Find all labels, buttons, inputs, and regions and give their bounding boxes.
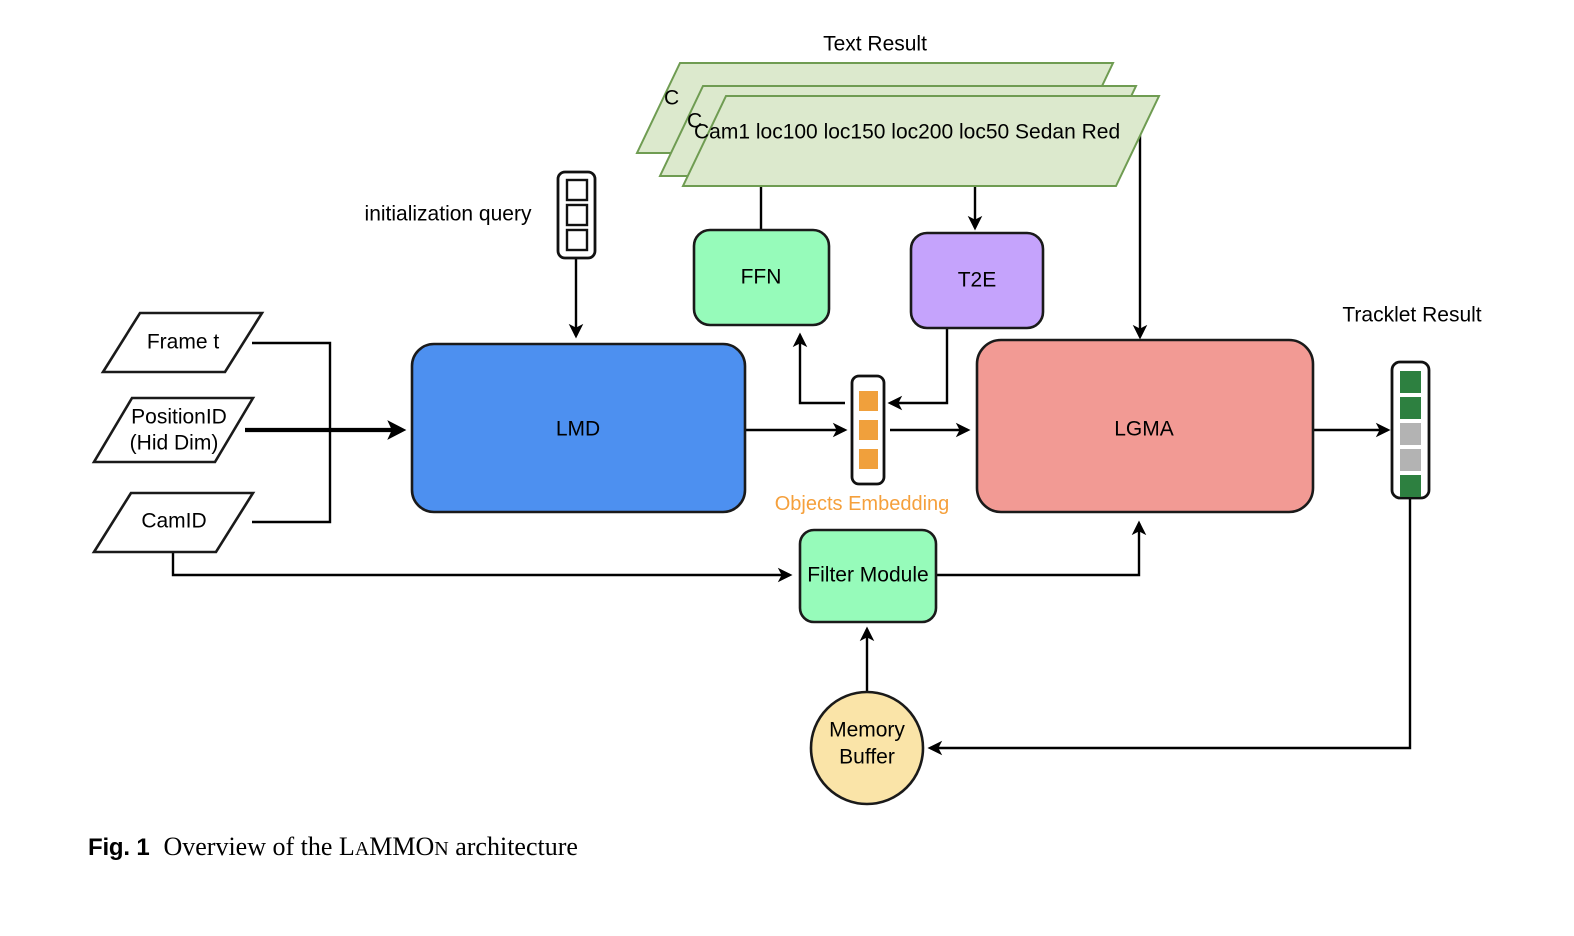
figure-caption-acronym: LAMMON — [339, 832, 449, 861]
node-t2e[interactable]: T2E — [909, 231, 1045, 330]
input-positionid: PositionID (Hid Dim) — [91, 396, 256, 464]
tracklet-cell-1 — [1400, 371, 1421, 393]
tracklet-cell-4 — [1400, 449, 1421, 471]
node-t2e-label: T2E — [958, 269, 997, 292]
edge-frame-to-bus — [252, 341, 332, 430]
text-result-stack: C C Cam1 loc100 loc150 loc200 loc50 Seda… — [635, 62, 1161, 187]
edge-camid-to-bus — [252, 430, 332, 524]
acronym-part-4: N — [434, 838, 449, 860]
tracklet-cell-2 — [1400, 397, 1421, 419]
input-camid: CamID — [91, 491, 256, 554]
text-result-label: Text Result — [823, 33, 927, 56]
architecture-diagram: C C Cam1 loc100 loc150 loc200 loc50 Seda… — [91, 33, 1482, 806]
node-memory-buffer-label-line2: Buffer — [839, 746, 895, 769]
figure-caption-text-post: architecture — [448, 832, 578, 861]
text-result-front-text: Cam1 loc100 loc150 loc200 loc50 Sedan Re… — [694, 121, 1120, 144]
acronym-part-1: L — [338, 832, 355, 861]
objects-embedding-cell-2 — [859, 420, 878, 440]
initialization-query-token — [556, 170, 597, 260]
figure-caption-number: Fig. 1 — [88, 834, 150, 861]
input-frame-label: Frame t — [147, 331, 220, 354]
node-lgma-label: LGMA — [1114, 418, 1174, 441]
node-lmd-label: LMD — [556, 418, 600, 441]
node-ffn-label: FFN — [741, 266, 782, 289]
tracklet-cell-3 — [1400, 423, 1421, 445]
edge-objects-to-ffn — [792, 332, 845, 405]
figure-caption: Fig. 1 Overview of the LAMMON architectur… — [88, 832, 578, 862]
input-positionid-label-line1: PositionID — [131, 406, 227, 429]
acronym-part-3: MMO — [369, 832, 435, 861]
figure-root: C C Cam1 loc100 loc150 loc200 loc50 Seda… — [0, 0, 1574, 936]
edge-camid-to-filter — [171, 545, 793, 583]
input-frame: Frame t — [100, 311, 265, 374]
initialization-query-label: initialization query — [365, 203, 532, 226]
initialization-query-cell-1 — [565, 178, 589, 202]
initialization-query-cell-3 — [565, 228, 589, 252]
node-memory-buffer[interactable]: Memory Buffer — [809, 690, 925, 806]
node-filter-module-label: Filter Module — [807, 564, 928, 587]
objects-embedding-token — [850, 374, 886, 486]
tracklet-result-label: Tracklet Result — [1342, 304, 1481, 327]
initialization-query-cell-2 — [565, 203, 589, 227]
input-camid-label: CamID — [141, 510, 206, 533]
objects-embedding-cell-3 — [859, 449, 878, 469]
tracklet-cell-5 — [1400, 475, 1421, 497]
node-lmd[interactable]: LMD — [410, 342, 747, 514]
edge-t2e-to-objects — [887, 328, 949, 411]
edge-filter-to-lgma — [936, 520, 1147, 577]
node-filter-module[interactable]: Filter Module — [798, 528, 938, 624]
objects-embedding-cell-1 — [859, 391, 878, 411]
node-ffn[interactable]: FFN — [692, 228, 831, 327]
tracklet-result-token — [1390, 360, 1431, 500]
acronym-part-2: A — [354, 838, 370, 860]
node-lgma[interactable]: LGMA — [975, 338, 1315, 514]
figure-caption-text-pre: Overview of the — [163, 832, 339, 861]
text-result-sheet-back-glyph: C — [664, 87, 679, 110]
node-memory-buffer-label-line1: Memory — [829, 719, 905, 742]
edge-tracklet-to-memory — [927, 498, 1412, 756]
input-positionid-label-line2: (Hid Dim) — [130, 432, 219, 455]
objects-embedding-label: Objects Embedding — [775, 493, 950, 515]
